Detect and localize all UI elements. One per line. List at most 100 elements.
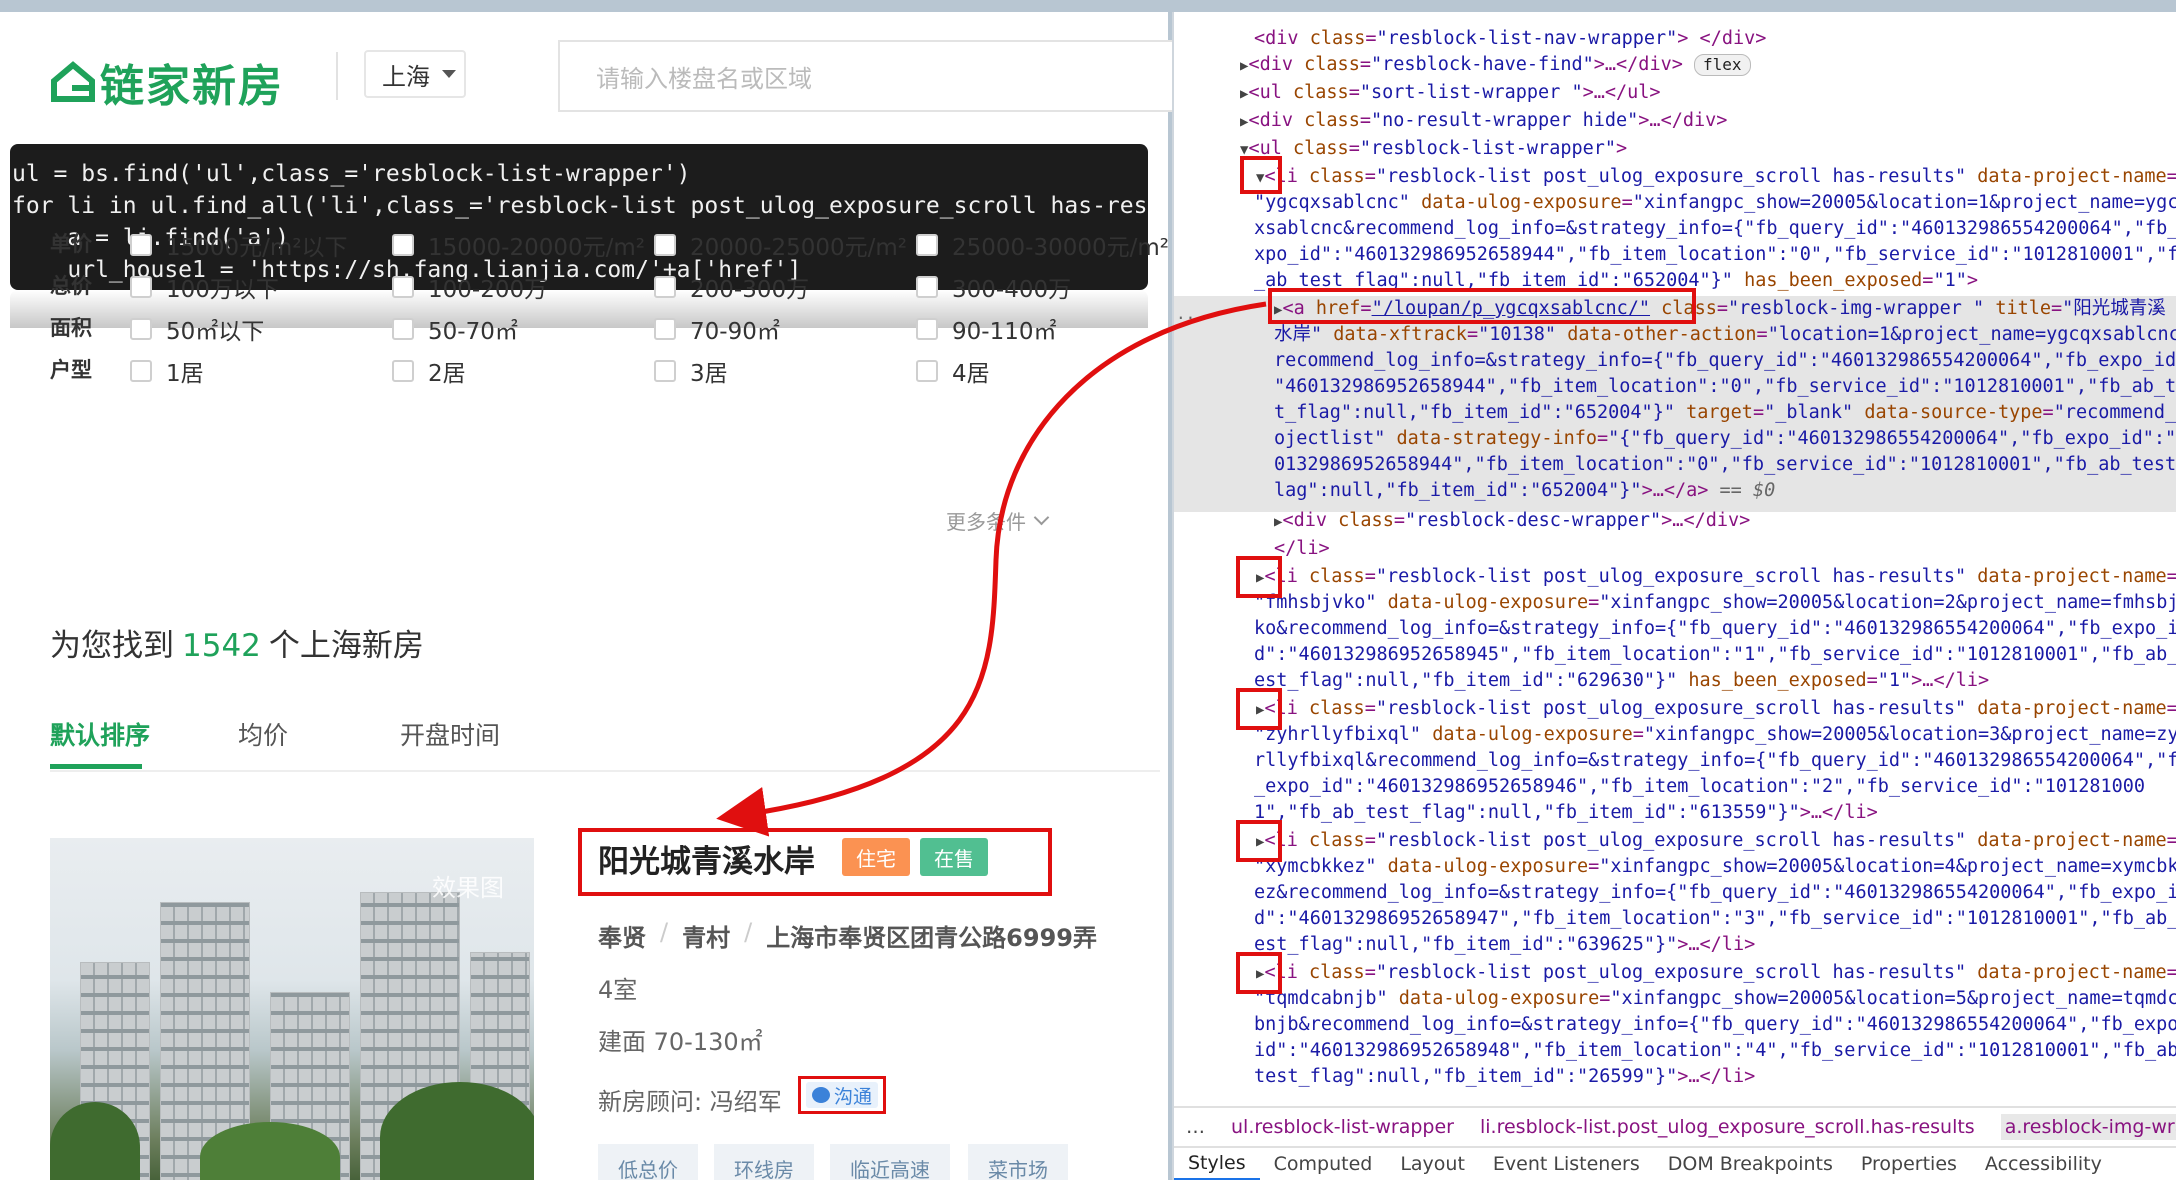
tab-computed[interactable]: Computed xyxy=(1260,1147,1387,1180)
chevron-down-icon xyxy=(1033,509,1050,526)
dom-node[interactable]: ▶<div class="no-result-wrapper hide">…</… xyxy=(1240,108,1727,135)
tab-layout[interactable]: Layout xyxy=(1386,1147,1479,1180)
checkbox[interactable] xyxy=(916,234,938,256)
dom-node-attrs: "fmhsbjvko" data-ulog-exposure="xinfangp… xyxy=(1254,592,2176,613)
status-badge: 在售 xyxy=(920,838,988,876)
result-prefix: 为您找到 xyxy=(50,628,174,664)
filter-option[interactable]: 300-400万 xyxy=(916,270,1071,304)
filter-option[interactable]: 20000-25000元/m² xyxy=(654,228,907,262)
dom-node[interactable]: ▶<li class="resblock-list post_ulog_expo… xyxy=(1256,696,2176,723)
dom-node[interactable]: <div class="resblock-list-nav-wrapper"> … xyxy=(1254,26,1766,52)
filter-option[interactable]: 90-110㎡ xyxy=(916,312,1056,346)
checkbox[interactable] xyxy=(916,318,938,340)
checkbox[interactable] xyxy=(130,360,152,382)
dom-node[interactable]: ▶<li class="resblock-list post_ulog_expo… xyxy=(1256,564,2176,591)
checkbox[interactable] xyxy=(916,360,938,382)
code-line: ul = bs.find('ul',class_='resblock-list-… xyxy=(12,161,691,187)
checkbox[interactable] xyxy=(916,276,938,298)
tab-open-time[interactable]: 开盘时间 xyxy=(400,716,500,752)
dom-node-attrs: xpo_id":"460132986952658944","fb_item_lo… xyxy=(1254,244,2176,265)
tab-accessibility[interactable]: Accessibility xyxy=(1971,1147,2116,1180)
filter-option[interactable]: 70-90㎡ xyxy=(654,312,780,346)
dom-node[interactable]: ▶<li class="resblock-list post_ulog_expo… xyxy=(1256,828,2176,855)
code-snippet: ul = bs.find('ul',class_='resblock-list-… xyxy=(10,144,1148,290)
filter-row-price: 单价 xyxy=(50,226,130,260)
tab-avg-price[interactable]: 均价 xyxy=(238,716,288,752)
dom-node[interactable]: ▶<li class="resblock-list post_ulog_expo… xyxy=(1256,960,2176,987)
breadcrumb-item-selected[interactable]: a.resblock-img-wrapper. xyxy=(2000,1114,2176,1140)
checkbox[interactable] xyxy=(392,318,414,340)
filter-option[interactable]: 1居 xyxy=(130,354,204,388)
checkbox[interactable] xyxy=(654,360,676,382)
listing-title[interactable]: 阳光城青溪水岸 xyxy=(598,836,815,881)
dom-node-attrs: "ygcqxsablcnc" data-ulog-exposure="xinfa… xyxy=(1254,192,2176,213)
tab-dom-breakpoints[interactable]: DOM Breakpoints xyxy=(1654,1147,1847,1180)
checkbox[interactable] xyxy=(130,234,152,256)
area-info: 建面 70-130㎡ xyxy=(598,1028,763,1056)
checkbox[interactable] xyxy=(130,276,152,298)
filter-option[interactable]: 4居 xyxy=(916,354,990,388)
dom-node-attrs: ojectlist" data-strategy-info="{"fb_quer… xyxy=(1274,428,2176,449)
tab-properties[interactable]: Properties xyxy=(1847,1147,1971,1180)
breadcrumb-ellipsis[interactable]: … xyxy=(1186,1116,1205,1138)
dom-node[interactable]: </li> xyxy=(1274,536,1330,562)
filter-option[interactable]: 200-300万 xyxy=(654,270,809,304)
option-label: 2居 xyxy=(428,361,466,387)
breadcrumb-item[interactable]: ul.resblock-list-wrapper xyxy=(1231,1116,1454,1138)
filter-option[interactable]: 100万以下 xyxy=(130,270,279,304)
chat-button[interactable]: 沟通 xyxy=(806,1082,878,1108)
tab-styles[interactable]: Styles xyxy=(1174,1147,1260,1180)
flex-badge[interactable]: flex xyxy=(1694,54,1751,76)
filter-option[interactable]: 25000-30000元/m² xyxy=(916,228,1169,262)
checkbox[interactable] xyxy=(654,318,676,340)
city-selector[interactable]: 上海 xyxy=(364,50,466,98)
chat-label: 沟通 xyxy=(833,1085,872,1108)
filter-row-total: 总价 xyxy=(50,268,130,302)
tab-default-sort[interactable]: 默认排序 xyxy=(50,716,150,752)
checkbox[interactable] xyxy=(130,318,152,340)
option-label: 20000-25000元/m² xyxy=(690,235,908,261)
website-panel: 链家新房 上海 请输入楼盘名或区域 ul = bs.find('ul',clas… xyxy=(0,12,1178,1180)
option-label: 15000-20000元/m² xyxy=(428,235,646,261)
filter-label: 户型 xyxy=(50,358,92,382)
dom-node[interactable]: ▶<ul class="sort-list-wrapper ">…</ul> xyxy=(1240,80,1661,107)
option-label: 200-300万 xyxy=(690,277,810,303)
advisor-info: 新房顾问: 冯绍军 xyxy=(598,1088,782,1116)
more-conditions-label: 更多条件 xyxy=(946,510,1026,534)
filter-option[interactable]: 2居 xyxy=(392,354,466,388)
search-input[interactable]: 请输入楼盘名或区域 xyxy=(558,40,1178,112)
tab-event-listeners[interactable]: Event Listeners xyxy=(1479,1147,1654,1180)
checkbox[interactable] xyxy=(654,234,676,256)
dom-node[interactable]: ▶<div class="resblock-have-find">…</div>… xyxy=(1240,52,1751,79)
filter-row-layout: 户型 xyxy=(50,352,130,386)
filter-option[interactable]: 15000-20000元/m² xyxy=(392,228,645,262)
area-link[interactable]: 青村 xyxy=(682,918,730,953)
filter-option[interactable]: 50㎡以下 xyxy=(130,312,264,346)
checkbox[interactable] xyxy=(654,276,676,298)
checkbox[interactable] xyxy=(392,360,414,382)
filter-option[interactable]: 50-70㎡ xyxy=(392,312,518,346)
option-label: 15000元/m²以下 xyxy=(166,235,348,261)
feature-tag: 菜市场 xyxy=(968,1144,1068,1180)
feature-tag: 环线房 xyxy=(714,1144,814,1180)
checkbox[interactable] xyxy=(392,234,414,256)
gutter-ellipsis: ... xyxy=(1176,304,1205,323)
result-count: 为您找到 1542 个上海新房 xyxy=(50,620,424,665)
district-link[interactable]: 奉贤 xyxy=(598,918,646,953)
filter-option[interactable]: 15000元/m²以下 xyxy=(130,228,348,262)
filter-option[interactable]: 3居 xyxy=(654,354,728,388)
dom-node[interactable]: ▼<li class="resblock-list post_ulog_expo… xyxy=(1256,164,2176,191)
dom-node[interactable]: ▶<div class="resblock-desc-wrapper">…</d… xyxy=(1274,508,1750,535)
filter-option[interactable]: 100-200万 xyxy=(392,270,547,304)
listing-photo[interactable]: 效果图 xyxy=(50,838,534,1180)
option-label: 4居 xyxy=(952,361,990,387)
lianjia-logo[interactable]: 链家新房 xyxy=(50,50,284,114)
checkbox[interactable] xyxy=(392,276,414,298)
dom-node-attrs: rllyfbixql&recommend_log_info=&strategy_… xyxy=(1254,750,2176,771)
more-conditions-button[interactable]: 更多条件 xyxy=(946,506,1050,535)
breadcrumb-item[interactable]: li.resblock-list.post_ulog_exposure_scro… xyxy=(1480,1116,1975,1138)
dom-node-attrs: t_flag":null,"fb_item_id":"652004"}" tar… xyxy=(1274,402,2176,423)
dom-node-attrs: xsablcnc&recommend_log_info=&strategy_in… xyxy=(1254,218,2176,239)
dom-node[interactable]: ▼<ul class="resblock-list-wrapper"> xyxy=(1240,136,1627,163)
li-highlight-box xyxy=(1236,820,1282,862)
